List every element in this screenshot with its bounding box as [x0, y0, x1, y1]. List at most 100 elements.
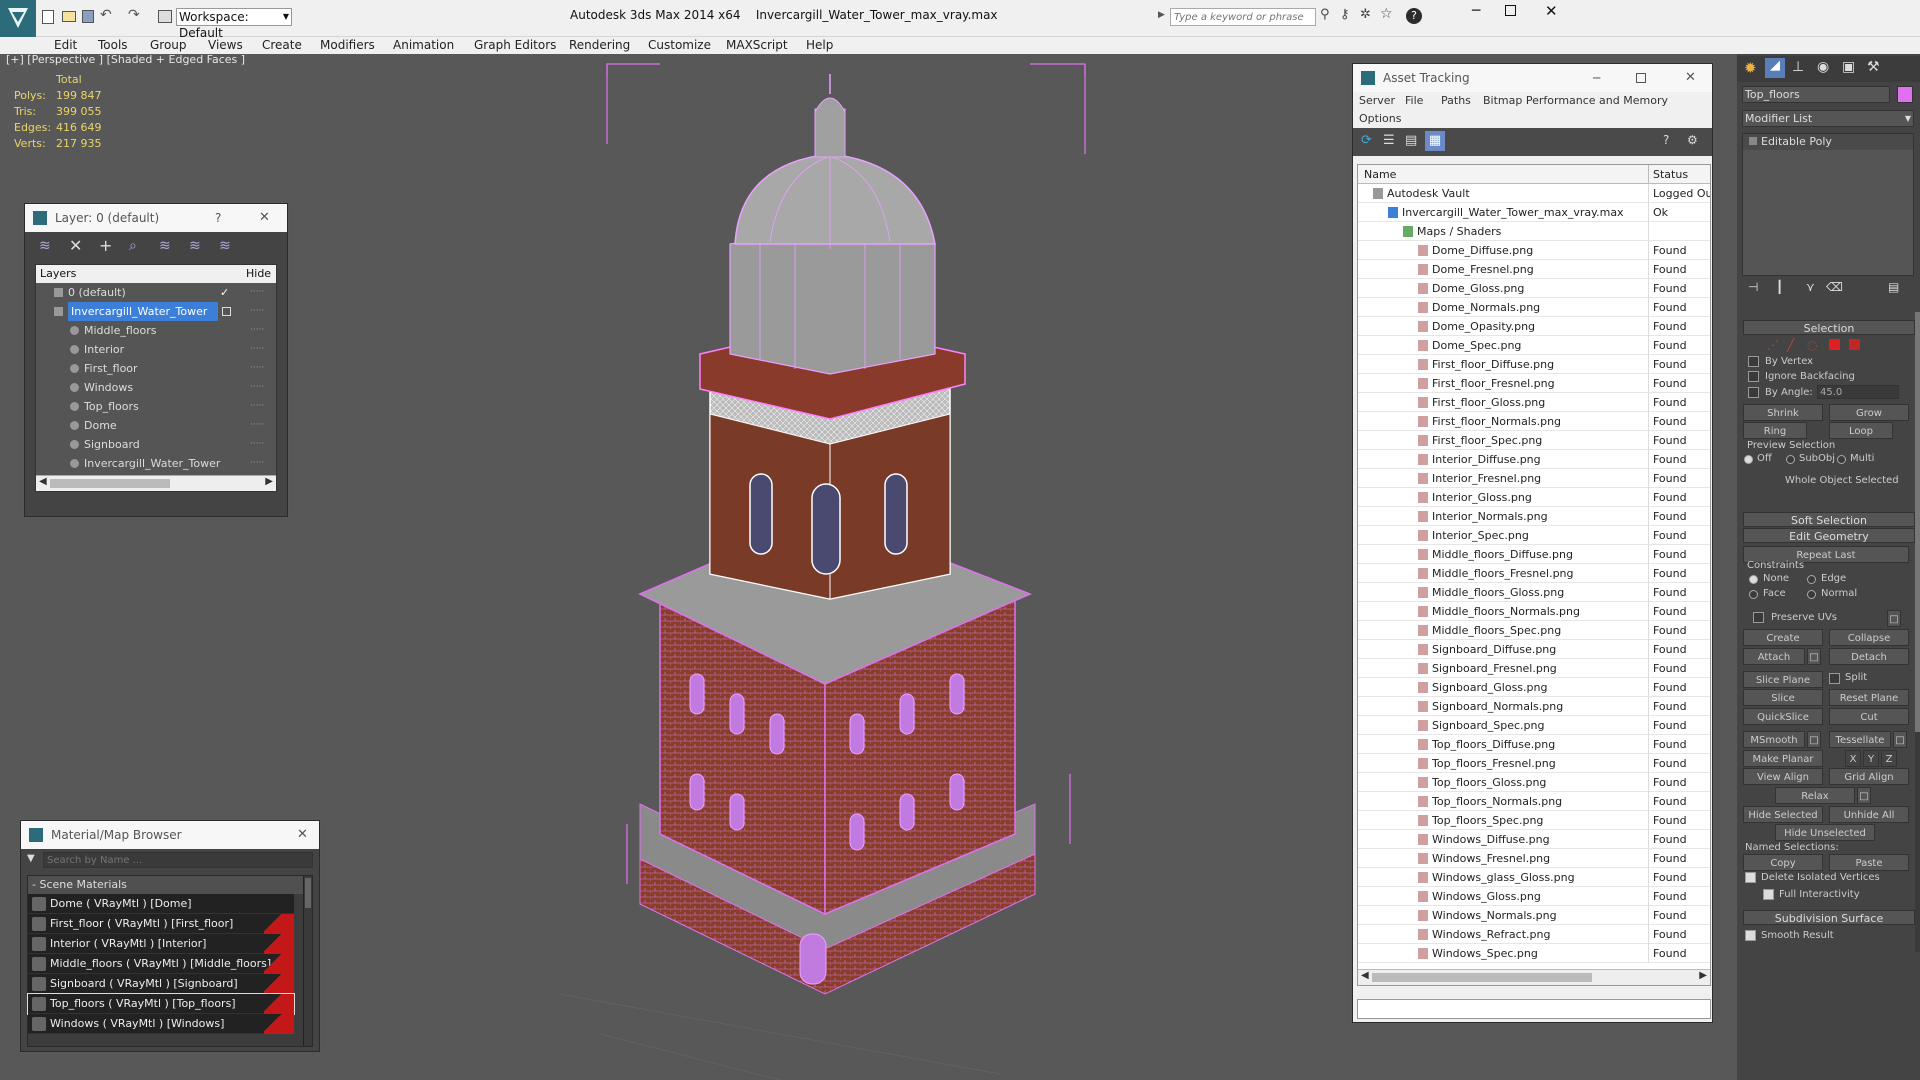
unhide-all-button[interactable]: Unhide All	[1829, 806, 1909, 823]
material-item[interactable]: First_floor ( VRayMtl ) [First_floor]	[28, 914, 294, 934]
asset-row[interactable]: Windows_Refract.png Found	[1358, 925, 1710, 944]
preview-off-radio[interactable]	[1744, 455, 1753, 464]
asset-row[interactable]: Windows_Diffuse.png Found	[1358, 830, 1710, 849]
asset-row[interactable]: Autodesk Vault Logged Out	[1358, 184, 1710, 203]
asset-menu-file[interactable]: File	[1405, 94, 1423, 107]
reset-plane-button[interactable]: Reset Plane	[1829, 689, 1909, 706]
menu-maxscript[interactable]: MAXScript	[726, 37, 788, 54]
angle-spinner[interactable]: 45.0	[1817, 385, 1899, 399]
shrink-button[interactable]: Shrink	[1743, 404, 1823, 421]
layer-row[interactable]: Top_floors ·····	[36, 397, 276, 416]
asset-menu-server[interactable]: Server	[1359, 94, 1395, 107]
modifier-list-dropdown[interactable]: Modifier List ▼	[1742, 110, 1914, 127]
preview-subobj-radio[interactable]	[1786, 455, 1795, 464]
layer-row[interactable]: Windows ·····	[36, 378, 276, 397]
hierarchy-tab-icon[interactable]: ⊥	[1792, 59, 1804, 75]
menu-group[interactable]: Group	[150, 37, 187, 54]
asset-row[interactable]: Signboard_Gloss.png Found	[1358, 678, 1710, 697]
constraint-edge-radio[interactable]	[1807, 575, 1816, 584]
slice-plane-button[interactable]: Slice Plane	[1743, 671, 1823, 688]
asset-row[interactable]: Dome_Diffuse.png Found	[1358, 241, 1710, 260]
search-arrow-icon[interactable]: ▶	[1158, 10, 1168, 24]
favorites-star-icon[interactable]: ☆	[1380, 6, 1393, 22]
cut-button[interactable]: Cut	[1829, 708, 1909, 725]
menu-modifiers[interactable]: Modifiers	[320, 37, 375, 54]
configure-sets-icon[interactable]: ▤	[1888, 280, 1899, 294]
polygon-mode-icon[interactable]	[1829, 339, 1840, 350]
layer-row[interactable]: Interior ·····	[36, 340, 276, 359]
grid-align-button[interactable]: Grid Align	[1829, 768, 1909, 785]
layer-row[interactable]: First_floor ·····	[36, 359, 276, 378]
material-item[interactable]: Interior ( VRayMtl ) [Interior]	[28, 934, 294, 954]
msmooth-settings-button[interactable]: □	[1807, 731, 1821, 748]
new-layer-icon[interactable]: ≋	[39, 238, 51, 254]
asset-row[interactable]: Dome_Gloss.png Found	[1358, 279, 1710, 298]
close-icon[interactable]: ✕	[1545, 2, 1558, 20]
preserve-uvs-settings-button[interactable]: □	[1887, 610, 1901, 627]
asset-menu-bitmap-performance-and-memory[interactable]: Bitmap Performance and Memory	[1483, 94, 1668, 107]
asset-row[interactable]: Windows_glass_Gloss.png Found	[1358, 868, 1710, 887]
layer-help-button[interactable]: ?	[215, 204, 221, 232]
hide-all-layers-icon[interactable]: ≋	[189, 238, 201, 254]
smooth-result-checkbox[interactable]	[1745, 930, 1756, 941]
layer-row[interactable]: Signboard ·····	[36, 435, 276, 454]
status-column-header[interactable]: Status	[1648, 165, 1688, 184]
hide-toggle[interactable]: ·····	[250, 435, 264, 454]
menu-tools[interactable]: Tools	[98, 37, 128, 54]
asset-row[interactable]: First_floor_Gloss.png Found	[1358, 393, 1710, 412]
list-view-icon[interactable]: ☰	[1383, 133, 1395, 148]
menu-edit[interactable]: Edit	[54, 37, 77, 54]
by-vertex-checkbox[interactable]	[1748, 356, 1759, 367]
edge-mode-icon[interactable]: ╱	[1787, 338, 1794, 352]
asset-row[interactable]: Interior_Fresnel.png Found	[1358, 469, 1710, 488]
maximize-icon[interactable]	[1505, 5, 1516, 16]
element-mode-icon[interactable]	[1849, 339, 1860, 350]
hide-column-header[interactable]: Hide	[246, 265, 271, 283]
open-file-icon[interactable]	[62, 11, 76, 22]
asset-path-field[interactable]	[1357, 999, 1711, 1019]
asset-row[interactable]: Dome_Fresnel.png Found	[1358, 260, 1710, 279]
hide-toggle[interactable]: ·····	[250, 340, 264, 359]
active-layer-check-icon[interactable]: ✓	[220, 283, 229, 302]
hide-toggle[interactable]: ·····	[250, 321, 264, 340]
material-browser-header[interactable]: Material/Map Browser ✕	[21, 821, 319, 849]
asset-row[interactable]: Dome_Spec.png Found	[1358, 336, 1710, 355]
menu-graph-editors[interactable]: Graph Editors	[474, 37, 556, 54]
settings-icon[interactable]: ⚙	[1687, 133, 1698, 147]
maximize-icon[interactable]	[1636, 73, 1646, 83]
asset-row[interactable]: First_floor_Normals.png Found	[1358, 412, 1710, 431]
asset-row[interactable]: Dome_Normals.png Found	[1358, 298, 1710, 317]
material-item[interactable]: Middle_floors ( VRayMtl ) [Middle_floors…	[28, 954, 294, 974]
add-to-layer-icon[interactable]: +	[99, 236, 112, 255]
preserve-uvs-checkbox[interactable]	[1753, 612, 1764, 623]
close-icon[interactable]: ✕	[259, 204, 270, 232]
split-checkbox[interactable]	[1829, 673, 1840, 684]
set-current-box-icon[interactable]	[222, 307, 231, 316]
tessellate-settings-button[interactable]: □	[1893, 731, 1907, 748]
viewport-label[interactable]: [+] [Perspective ] [Shaded + Edged Faces…	[6, 54, 245, 66]
ring-button[interactable]: Ring	[1743, 422, 1807, 439]
new-file-icon[interactable]	[42, 10, 54, 24]
attach-button[interactable]: Attach	[1743, 648, 1805, 665]
refresh-icon[interactable]: ⟳	[1361, 133, 1372, 148]
asset-hscrollbar[interactable]: ◀ ▶	[1358, 969, 1710, 985]
material-item[interactable]: Top_floors ( VRayMtl ) [Top_floors]	[27, 993, 295, 1015]
preview-multi-radio[interactable]	[1837, 455, 1846, 464]
make-unique-icon[interactable]: ⋎	[1806, 280, 1815, 294]
close-icon[interactable]: ✕	[297, 821, 308, 849]
layer-row[interactable]: Invercargill_Water_Tower ·····	[36, 302, 276, 321]
planar-x-button[interactable]: X	[1845, 750, 1861, 767]
asset-row[interactable]: Signboard_Fresnel.png Found	[1358, 659, 1710, 678]
object-color-swatch[interactable]	[1897, 86, 1913, 103]
hide-toggle[interactable]: ·····	[250, 283, 264, 302]
command-panel-scrollbar[interactable]	[1915, 312, 1920, 952]
asset-row[interactable]: Middle_floors_Gloss.png Found	[1358, 583, 1710, 602]
table-view-icon[interactable]: ▦	[1425, 131, 1445, 151]
asset-row[interactable]: Interior_Diffuse.png Found	[1358, 450, 1710, 469]
minimize-icon[interactable]: ─	[1472, 3, 1480, 19]
hide-toggle[interactable]: ·····	[250, 302, 264, 321]
layer-row[interactable]: Invercargill_Water_Tower ·····	[36, 454, 276, 473]
copy-button[interactable]: Copy	[1743, 854, 1823, 871]
loop-button[interactable]: Loop	[1829, 422, 1893, 439]
menu-help[interactable]: Help	[806, 37, 833, 54]
